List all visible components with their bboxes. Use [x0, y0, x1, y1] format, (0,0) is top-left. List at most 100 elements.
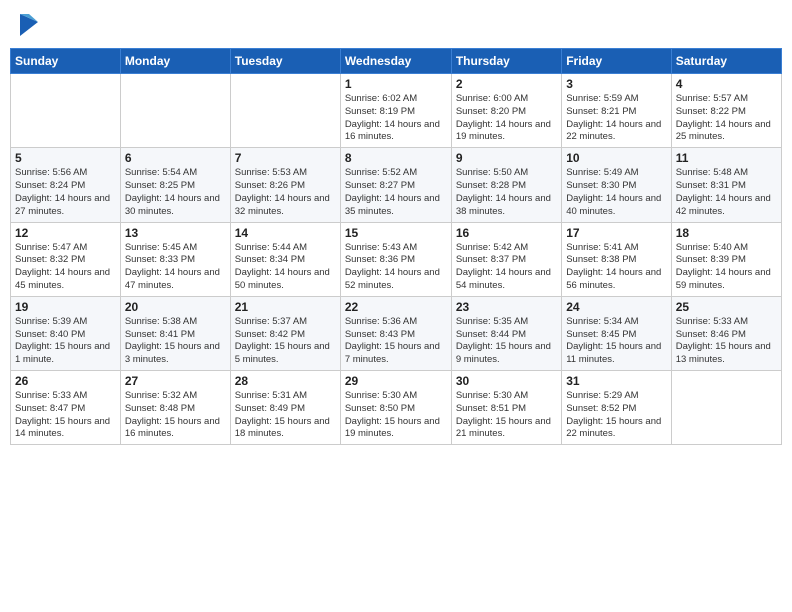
day-number: 21	[235, 300, 336, 314]
cell-info: Sunrise: 5:30 AM Sunset: 8:51 PM Dayligh…	[456, 390, 557, 441]
cell-info: Sunrise: 5:31 AM Sunset: 8:49 PM Dayligh…	[235, 390, 336, 441]
calendar-cell: 9 Sunrise: 5:50 AM Sunset: 8:28 PM Daylig…	[451, 148, 561, 222]
calendar-cell: 27 Sunrise: 5:32 AM Sunset: 8:48 PM Dayli…	[120, 371, 230, 445]
calendar-table: SundayMondayTuesdayWednesdayThursdayFrid…	[10, 48, 782, 445]
calendar-cell: 10 Sunrise: 5:49 AM Sunset: 8:30 PM Dayli…	[562, 148, 671, 222]
cell-info: Sunrise: 5:57 AM Sunset: 8:22 PM Dayligh…	[676, 93, 777, 144]
day-number: 4	[676, 77, 777, 91]
calendar-cell: 11 Sunrise: 5:48 AM Sunset: 8:31 PM Dayli…	[671, 148, 781, 222]
day-number: 13	[125, 226, 226, 240]
cell-info: Sunrise: 5:43 AM Sunset: 8:36 PM Dayligh…	[345, 242, 447, 293]
cell-info: Sunrise: 5:50 AM Sunset: 8:28 PM Dayligh…	[456, 167, 557, 218]
calendar-cell: 16 Sunrise: 5:42 AM Sunset: 8:37 PM Dayli…	[451, 222, 561, 296]
calendar-cell: 13 Sunrise: 5:45 AM Sunset: 8:33 PM Dayli…	[120, 222, 230, 296]
calendar-cell: 3Sunrise: 5:59 AM Sunset: 8:21 PM Daylig…	[562, 74, 671, 148]
calendar-cell: 25 Sunrise: 5:33 AM Sunset: 8:46 PM Dayli…	[671, 296, 781, 370]
cell-info: Sunrise: 5:40 AM Sunset: 8:39 PM Dayligh…	[676, 242, 777, 293]
day-number: 1	[345, 77, 447, 91]
day-number: 6	[125, 151, 226, 165]
cell-info: Sunrise: 5:42 AM Sunset: 8:37 PM Dayligh…	[456, 242, 557, 293]
weekday-header: Tuesday	[230, 49, 340, 74]
day-number: 11	[676, 151, 777, 165]
cell-info: Sunrise: 5:37 AM Sunset: 8:42 PM Dayligh…	[235, 316, 336, 367]
day-number: 5	[15, 151, 116, 165]
cell-info: Sunrise: 5:33 AM Sunset: 8:46 PM Dayligh…	[676, 316, 777, 367]
calendar-cell: 6 Sunrise: 5:54 AM Sunset: 8:25 PM Daylig…	[120, 148, 230, 222]
day-number: 15	[345, 226, 447, 240]
calendar-cell: 20 Sunrise: 5:38 AM Sunset: 8:41 PM Dayli…	[120, 296, 230, 370]
day-number: 28	[235, 374, 336, 388]
day-number: 3	[566, 77, 666, 91]
day-number: 23	[456, 300, 557, 314]
calendar-cell: 31 Sunrise: 5:29 AM Sunset: 8:52 PM Dayli…	[562, 371, 671, 445]
day-number: 10	[566, 151, 666, 165]
calendar-cell: 26Sunrise: 5:33 AM Sunset: 8:47 PM Dayli…	[11, 371, 121, 445]
calendar-week-row: 12 Sunrise: 5:47 AM Sunset: 8:32 PM Dayli…	[11, 222, 782, 296]
day-number: 2	[456, 77, 557, 91]
day-number: 17	[566, 226, 666, 240]
day-number: 27	[125, 374, 226, 388]
day-number: 31	[566, 374, 666, 388]
logo-icon	[20, 14, 38, 36]
cell-info: Sunrise: 5:33 AM Sunset: 8:47 PM Dayligh…	[15, 390, 116, 441]
calendar-cell: 5 Sunrise: 5:56 AM Sunset: 8:24 PM Daylig…	[11, 148, 121, 222]
calendar-cell: 30 Sunrise: 5:30 AM Sunset: 8:51 PM Dayli…	[451, 371, 561, 445]
weekday-header: Saturday	[671, 49, 781, 74]
cell-info: Sunrise: 5:53 AM Sunset: 8:26 PM Dayligh…	[235, 167, 336, 218]
weekday-header: Monday	[120, 49, 230, 74]
day-number: 25	[676, 300, 777, 314]
cell-info: Sunrise: 5:38 AM Sunset: 8:41 PM Dayligh…	[125, 316, 226, 367]
calendar-cell: 1 Sunrise: 6:02 AM Sunset: 8:19 PM Daylig…	[340, 74, 451, 148]
calendar-week-row: 19Sunrise: 5:39 AM Sunset: 8:40 PM Dayli…	[11, 296, 782, 370]
calendar-cell: 4 Sunrise: 5:57 AM Sunset: 8:22 PM Daylig…	[671, 74, 781, 148]
day-number: 22	[345, 300, 447, 314]
calendar-week-row: 1 Sunrise: 6:02 AM Sunset: 8:19 PM Daylig…	[11, 74, 782, 148]
cell-info: Sunrise: 5:34 AM Sunset: 8:45 PM Dayligh…	[566, 316, 666, 367]
day-number: 14	[235, 226, 336, 240]
weekday-header: Sunday	[11, 49, 121, 74]
page-header	[10, 10, 782, 40]
cell-info: Sunrise: 6:02 AM Sunset: 8:19 PM Dayligh…	[345, 93, 447, 144]
calendar-week-row: 5 Sunrise: 5:56 AM Sunset: 8:24 PM Daylig…	[11, 148, 782, 222]
day-number: 30	[456, 374, 557, 388]
calendar-cell: 17Sunrise: 5:41 AM Sunset: 8:38 PM Dayli…	[562, 222, 671, 296]
calendar-cell: 28 Sunrise: 5:31 AM Sunset: 8:49 PM Dayli…	[230, 371, 340, 445]
cell-info: Sunrise: 5:52 AM Sunset: 8:27 PM Dayligh…	[345, 167, 447, 218]
logo	[18, 14, 38, 36]
day-number: 16	[456, 226, 557, 240]
day-number: 24	[566, 300, 666, 314]
calendar-cell	[120, 74, 230, 148]
calendar-cell	[671, 371, 781, 445]
cell-info: Sunrise: 5:48 AM Sunset: 8:31 PM Dayligh…	[676, 167, 777, 218]
weekday-header: Thursday	[451, 49, 561, 74]
day-number: 12	[15, 226, 116, 240]
day-number: 8	[345, 151, 447, 165]
calendar-cell: 29Sunrise: 5:30 AM Sunset: 8:50 PM Dayli…	[340, 371, 451, 445]
calendar-cell: 2 Sunrise: 6:00 AM Sunset: 8:20 PM Daylig…	[451, 74, 561, 148]
cell-info: Sunrise: 5:54 AM Sunset: 8:25 PM Dayligh…	[125, 167, 226, 218]
calendar-cell: 24 Sunrise: 5:34 AM Sunset: 8:45 PM Dayli…	[562, 296, 671, 370]
cell-info: Sunrise: 5:49 AM Sunset: 8:30 PM Dayligh…	[566, 167, 666, 218]
cell-info: Sunrise: 5:29 AM Sunset: 8:52 PM Dayligh…	[566, 390, 666, 441]
day-number: 18	[676, 226, 777, 240]
calendar-cell: 19Sunrise: 5:39 AM Sunset: 8:40 PM Dayli…	[11, 296, 121, 370]
cell-info: Sunrise: 5:47 AM Sunset: 8:32 PM Dayligh…	[15, 242, 116, 293]
cell-info: Sunrise: 5:45 AM Sunset: 8:33 PM Dayligh…	[125, 242, 226, 293]
day-number: 9	[456, 151, 557, 165]
cell-info: Sunrise: 5:36 AM Sunset: 8:43 PM Dayligh…	[345, 316, 447, 367]
cell-info: Sunrise: 5:30 AM Sunset: 8:50 PM Dayligh…	[345, 390, 447, 441]
day-number: 19	[15, 300, 116, 314]
cell-info: Sunrise: 5:32 AM Sunset: 8:48 PM Dayligh…	[125, 390, 226, 441]
calendar-cell: 14Sunrise: 5:44 AM Sunset: 8:34 PM Dayli…	[230, 222, 340, 296]
calendar-cell: 21 Sunrise: 5:37 AM Sunset: 8:42 PM Dayli…	[230, 296, 340, 370]
calendar-cell: 12 Sunrise: 5:47 AM Sunset: 8:32 PM Dayli…	[11, 222, 121, 296]
calendar-cell	[11, 74, 121, 148]
calendar-cell: 8 Sunrise: 5:52 AM Sunset: 8:27 PM Daylig…	[340, 148, 451, 222]
calendar-cell: 7 Sunrise: 5:53 AM Sunset: 8:26 PM Daylig…	[230, 148, 340, 222]
calendar-week-row: 26Sunrise: 5:33 AM Sunset: 8:47 PM Dayli…	[11, 371, 782, 445]
cell-info: Sunrise: 6:00 AM Sunset: 8:20 PM Dayligh…	[456, 93, 557, 144]
day-number: 20	[125, 300, 226, 314]
calendar-cell: 22 Sunrise: 5:36 AM Sunset: 8:43 PM Dayli…	[340, 296, 451, 370]
day-number: 7	[235, 151, 336, 165]
cell-info: Sunrise: 5:56 AM Sunset: 8:24 PM Dayligh…	[15, 167, 116, 218]
